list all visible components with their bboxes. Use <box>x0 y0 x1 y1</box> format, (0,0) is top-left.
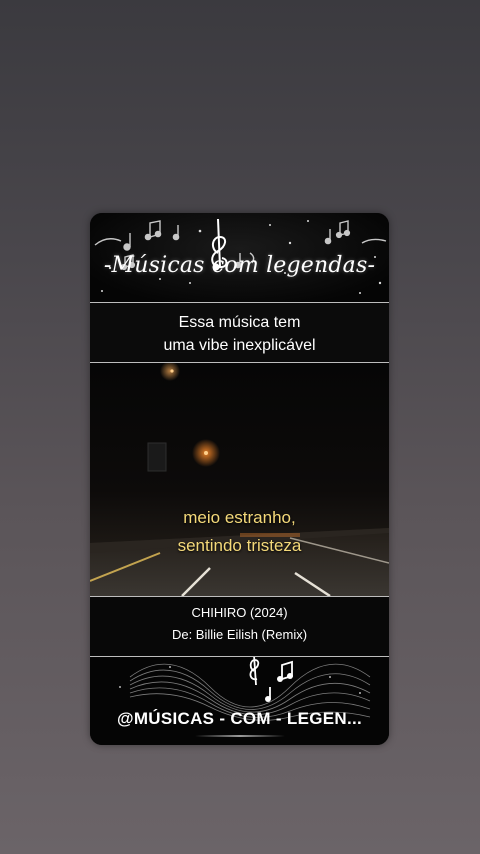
footer-underline <box>195 735 285 737</box>
video-frame[interactable]: meio estranho, sentindo tristeza <box>90 363 389 596</box>
video-card[interactable]: -Músicas com legendas- Essa música tem u… <box>90 213 389 745</box>
sound-wave-icon <box>119 657 371 721</box>
intro-line-1: Essa música tem <box>178 314 301 331</box>
song-info: CHIHIRO (2024) De: Billie Eilish (Remix) <box>90 597 389 656</box>
intro-line-2: uma vibe inexplicável <box>163 337 316 354</box>
lyric-line-1: meio estranho, <box>183 508 296 527</box>
card-footer: @MÚSICAS - COM - LEGEN... <box>90 657 389 745</box>
song-title: CHIHIRO (2024) <box>191 605 288 620</box>
card-header: -Músicas com legendas- <box>90 213 389 302</box>
song-artist: De: Billie Eilish (Remix) <box>171 627 308 642</box>
channel-title: -Músicas com legendas- <box>103 253 376 278</box>
lyric-line-2: sentindo tristeza <box>177 536 302 555</box>
night-road-image <box>90 363 389 596</box>
intro-caption: Essa música tem uma vibe inexplicável <box>90 303 389 362</box>
channel-handle[interactable]: @MÚSICAS - COM - LEGEN... <box>90 709 389 729</box>
